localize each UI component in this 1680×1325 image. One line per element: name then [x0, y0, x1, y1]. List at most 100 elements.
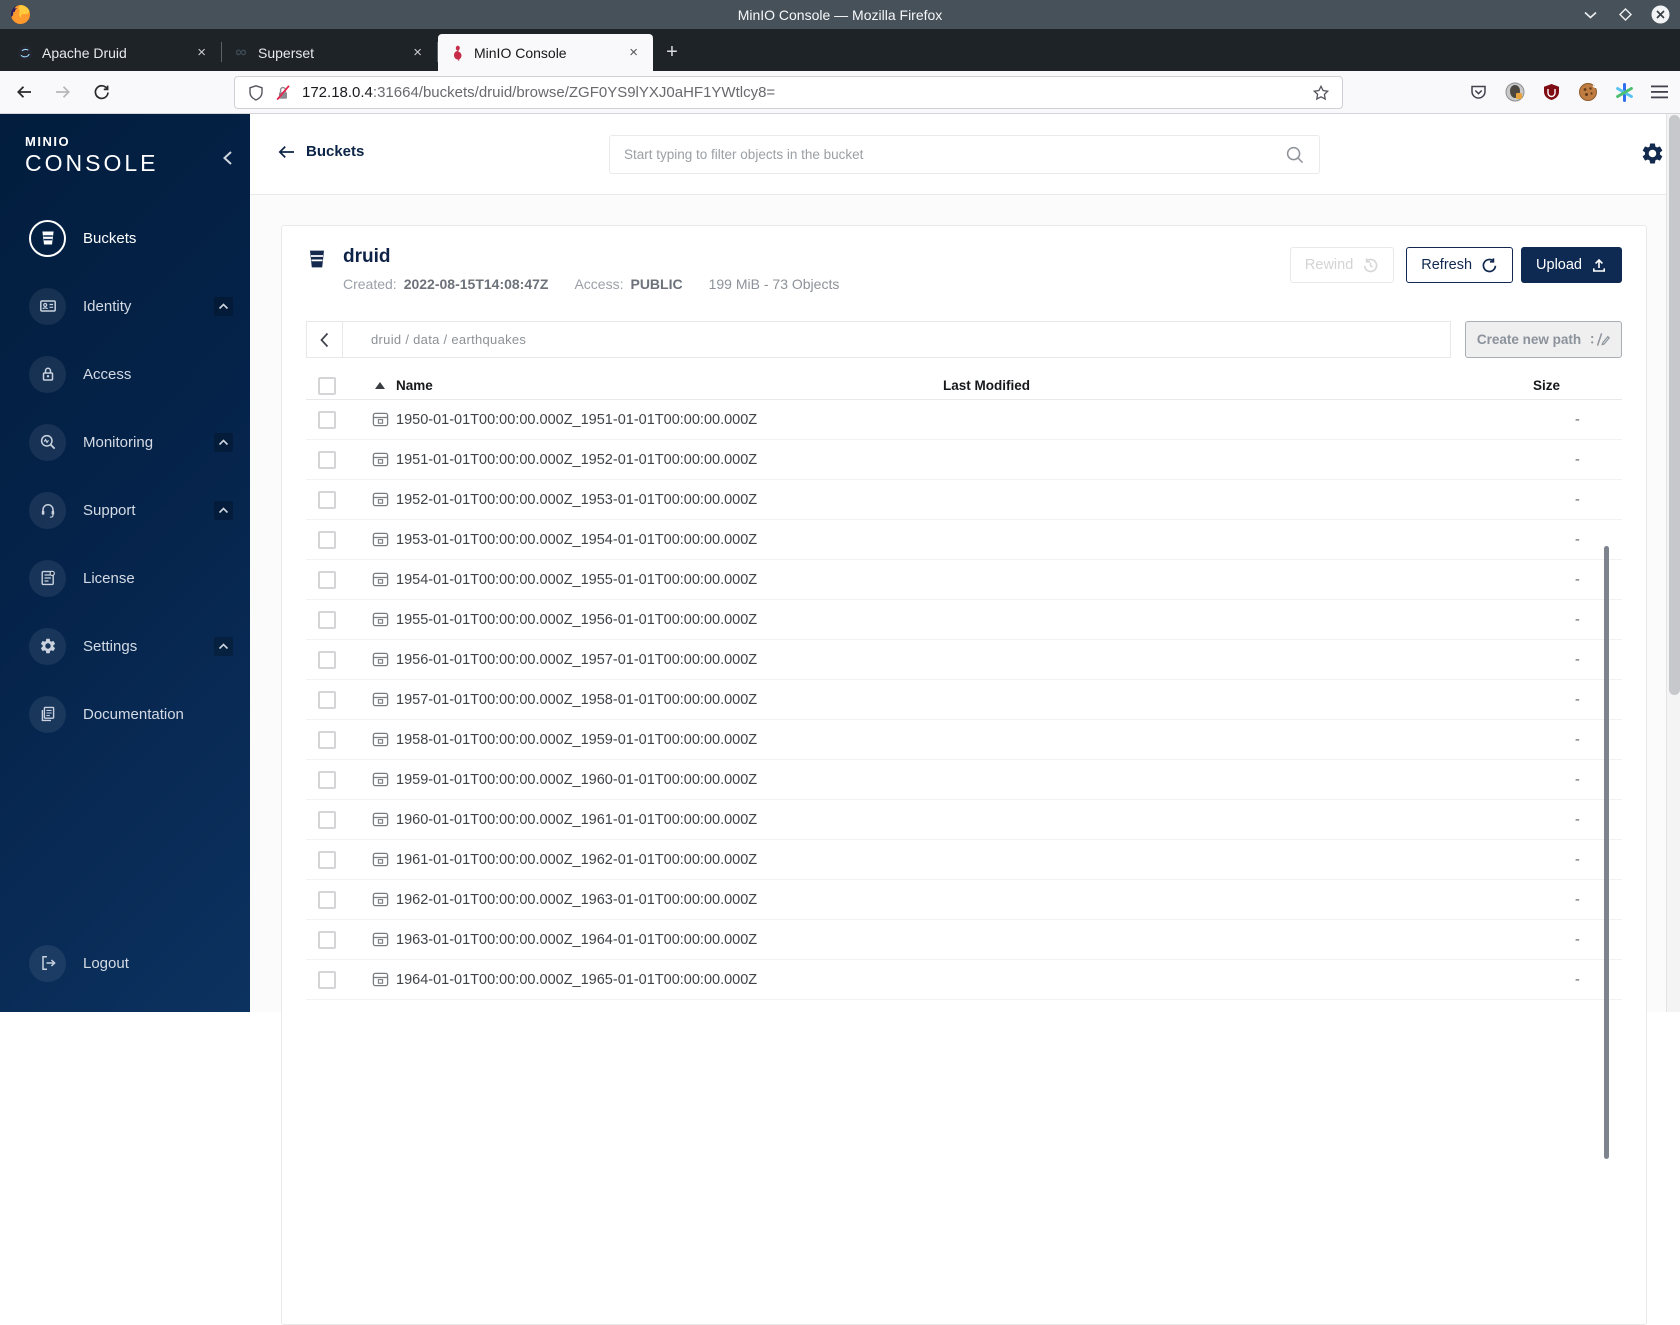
object-name[interactable]: 1959-01-01T00:00:00.000Z_1960-01-01T00:0…	[396, 772, 943, 788]
table-row[interactable]: 1950-01-01T00:00:00.000Z_1951-01-01T00:0…	[306, 400, 1622, 440]
table-row[interactable]: 1963-01-01T00:00:00.000Z_1964-01-01T00:0…	[306, 920, 1622, 960]
sidebar-item-monitoring[interactable]: Monitoring	[0, 422, 250, 462]
table-row[interactable]: 1953-01-01T00:00:00.000Z_1954-01-01T00:0…	[306, 520, 1622, 560]
tab-superset[interactable]: ∞ Superset ×	[222, 34, 437, 71]
row-checkbox[interactable]	[318, 410, 336, 429]
cookie-icon[interactable]	[1578, 82, 1598, 102]
nav-reload-icon[interactable]	[93, 84, 110, 101]
object-name[interactable]: 1960-01-01T00:00:00.000Z_1961-01-01T00:0…	[396, 812, 943, 828]
tab-close-icon[interactable]: ×	[409, 43, 426, 62]
window-minimize-icon[interactable]	[1580, 5, 1600, 25]
row-checkbox[interactable]	[318, 650, 336, 669]
row-checkbox[interactable]	[318, 530, 336, 549]
tab-apache-druid[interactable]: Apache Druid ×	[6, 34, 221, 71]
rewind-button[interactable]: Rewind	[1289, 247, 1395, 283]
row-checkbox[interactable]	[318, 770, 336, 789]
row-checkbox[interactable]	[318, 850, 336, 869]
object-name[interactable]: 1955-01-01T00:00:00.000Z_1956-01-01T00:0…	[396, 612, 943, 628]
bookmark-star-icon[interactable]	[1312, 84, 1330, 102]
table-row[interactable]: 1957-01-01T00:00:00.000Z_1958-01-01T00:0…	[306, 680, 1622, 720]
insecure-lock-icon[interactable]	[274, 84, 292, 102]
row-checkbox[interactable]	[318, 610, 336, 629]
extension-monkey-icon[interactable]	[1505, 82, 1525, 102]
tab-minio-console[interactable]: MinIO Console ×	[438, 34, 653, 71]
row-checkbox[interactable]	[318, 890, 336, 909]
object-name[interactable]: 1954-01-01T00:00:00.000Z_1955-01-01T00:0…	[396, 572, 943, 588]
tab-close-icon[interactable]: ×	[625, 43, 642, 62]
row-checkbox[interactable]	[318, 730, 336, 749]
sidebar-item-logout[interactable]: Logout	[0, 943, 250, 983]
sidebar-item-settings[interactable]: Settings	[0, 626, 250, 666]
table-row[interactable]: 1955-01-01T00:00:00.000Z_1956-01-01T00:0…	[306, 600, 1622, 640]
chevron-up-icon[interactable]	[214, 296, 233, 316]
table-row[interactable]: 1958-01-01T00:00:00.000Z_1959-01-01T00:0…	[306, 720, 1622, 760]
column-header-size[interactable]: Size	[1373, 378, 1623, 393]
object-name[interactable]: 1956-01-01T00:00:00.000Z_1957-01-01T00:0…	[396, 652, 943, 668]
create-new-path-button[interactable]: Create new path	[1465, 321, 1622, 358]
sidebar-item-support[interactable]: Support	[0, 490, 250, 530]
table-row[interactable]: 1952-01-01T00:00:00.000Z_1953-01-01T00:0…	[306, 480, 1622, 520]
row-checkbox[interactable]	[318, 450, 336, 469]
sidebar-item-identity[interactable]: Identity	[0, 286, 250, 326]
upload-button[interactable]: Upload	[1521, 247, 1622, 283]
object-name[interactable]: 1964-01-01T00:00:00.000Z_1965-01-01T00:0…	[396, 972, 943, 988]
object-name[interactable]: 1962-01-01T00:00:00.000Z_1963-01-01T00:0…	[396, 892, 943, 908]
object-name[interactable]: 1963-01-01T00:00:00.000Z_1964-01-01T00:0…	[396, 932, 943, 948]
row-checkbox[interactable]	[318, 810, 336, 829]
path-back-chevron-icon[interactable]	[307, 322, 343, 357]
object-name[interactable]: 1950-01-01T00:00:00.000Z_1951-01-01T00:0…	[396, 412, 943, 428]
column-header-name[interactable]: Name	[396, 378, 943, 393]
new-tab-button[interactable]: +	[657, 37, 687, 67]
table-row[interactable]: 1964-01-01T00:00:00.000Z_1965-01-01T00:0…	[306, 960, 1622, 1000]
object-name[interactable]: 1961-01-01T00:00:00.000Z_1962-01-01T00:0…	[396, 852, 943, 868]
table-row[interactable]: 1960-01-01T00:00:00.000Z_1961-01-01T00:0…	[306, 800, 1622, 840]
ublock-icon[interactable]	[1542, 83, 1561, 102]
object-name[interactable]: 1957-01-01T00:00:00.000Z_1958-01-01T00:0…	[396, 692, 943, 708]
back-to-buckets-button[interactable]: Buckets	[278, 143, 364, 160]
hamburger-menu-icon[interactable]	[1651, 85, 1668, 99]
breadcrumb[interactable]: druid / data / earthquakes	[343, 332, 526, 347]
table-row[interactable]: 1954-01-01T00:00:00.000Z_1955-01-01T00:0…	[306, 560, 1622, 600]
sort-ascending-icon[interactable]	[375, 382, 385, 389]
table-row[interactable]: 1961-01-01T00:00:00.000Z_1962-01-01T00:0…	[306, 840, 1622, 880]
search-input[interactable]	[624, 147, 1285, 162]
sidebar-collapse-icon[interactable]	[222, 150, 233, 166]
sidebar-item-license[interactable]: License	[0, 558, 250, 598]
row-checkbox[interactable]	[318, 490, 336, 509]
row-checkbox[interactable]	[318, 690, 336, 709]
chevron-up-icon[interactable]	[214, 432, 233, 452]
page-scrollbar-thumb[interactable]	[1668, 115, 1680, 695]
shield-icon[interactable]	[247, 84, 265, 102]
object-name[interactable]: 1958-01-01T00:00:00.000Z_1959-01-01T00:0…	[396, 732, 943, 748]
row-checkbox[interactable]	[318, 930, 336, 949]
pocket-icon[interactable]	[1469, 83, 1488, 102]
sidebar-item-access[interactable]: Access	[0, 354, 250, 394]
object-name[interactable]: 1951-01-01T00:00:00.000Z_1952-01-01T00:0…	[396, 452, 943, 468]
table-row[interactable]: 1956-01-01T00:00:00.000Z_1957-01-01T00:0…	[306, 640, 1622, 680]
settings-gear-icon[interactable]	[1640, 141, 1665, 166]
url-bar[interactable]: 172.18.0.4:31664/buckets/druid/browse/ZG…	[234, 76, 1343, 109]
object-name[interactable]: 1952-01-01T00:00:00.000Z_1953-01-01T00:0…	[396, 492, 943, 508]
nav-back-icon[interactable]	[15, 83, 33, 101]
page-scrollbar[interactable]	[1666, 114, 1680, 1012]
tab-close-icon[interactable]: ×	[193, 43, 210, 62]
refresh-button[interactable]: Refresh	[1406, 247, 1514, 283]
select-all-checkbox[interactable]	[318, 376, 336, 395]
table-row[interactable]: 1962-01-01T00:00:00.000Z_1963-01-01T00:0…	[306, 880, 1622, 920]
list-scrollbar[interactable]	[1604, 546, 1609, 1159]
window-close-icon[interactable]	[1650, 5, 1670, 25]
nav-forward-icon[interactable]	[54, 83, 72, 101]
multi-account-asterisk-icon[interactable]	[1615, 82, 1634, 102]
column-header-last-modified[interactable]: Last Modified	[943, 378, 1373, 393]
window-maximize-icon[interactable]	[1615, 5, 1635, 25]
table-row[interactable]: 1951-01-01T00:00:00.000Z_1952-01-01T00:0…	[306, 440, 1622, 480]
object-name[interactable]: 1953-01-01T00:00:00.000Z_1954-01-01T00:0…	[396, 532, 943, 548]
sidebar-item-buckets[interactable]: Buckets	[0, 218, 250, 258]
chevron-up-icon[interactable]	[214, 636, 233, 656]
row-checkbox[interactable]	[318, 970, 336, 989]
sidebar-item-documentation[interactable]: Documentation	[0, 694, 250, 734]
row-checkbox[interactable]	[318, 570, 336, 589]
chevron-up-icon[interactable]	[214, 500, 233, 520]
table-row[interactable]: 1959-01-01T00:00:00.000Z_1960-01-01T00:0…	[306, 760, 1622, 800]
object-filter-searchbox[interactable]	[609, 135, 1320, 174]
